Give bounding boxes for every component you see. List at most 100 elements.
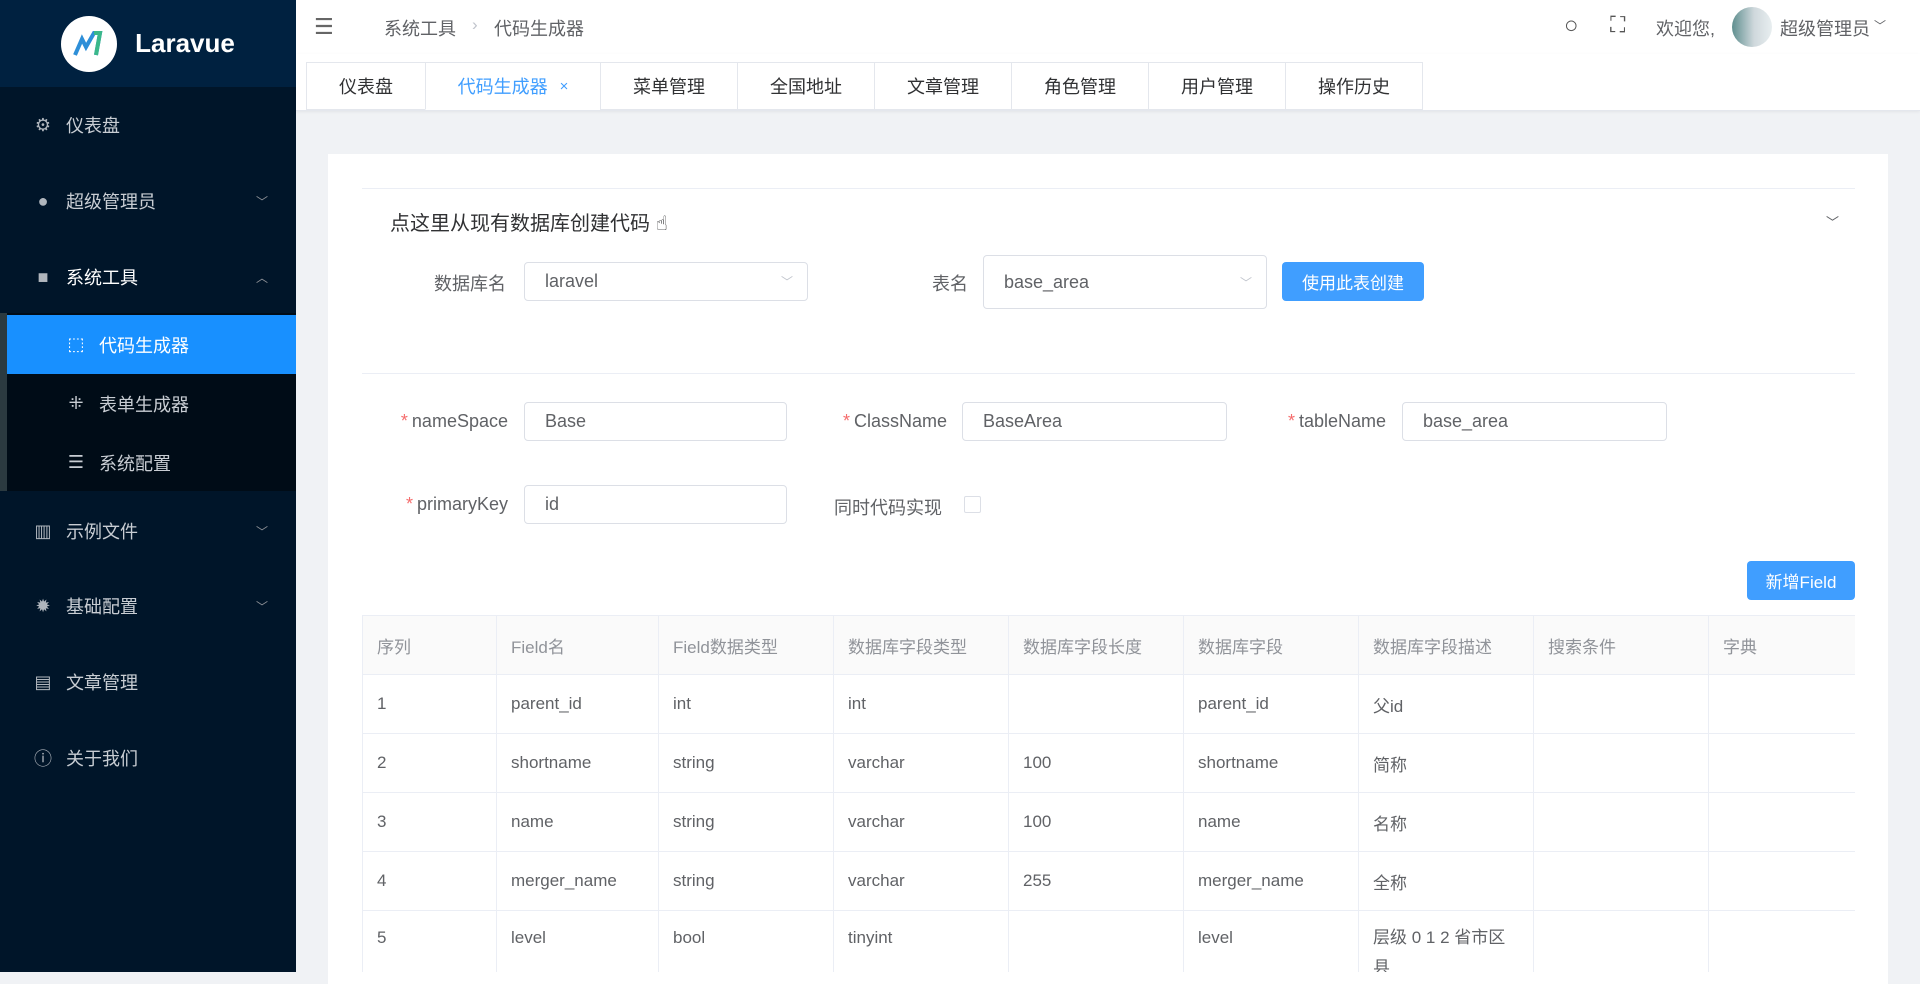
- breadcrumb-separator-icon: ›: [472, 15, 478, 34]
- table-header-cell: 搜索条件: [1534, 616, 1709, 675]
- navbar: ☰ 系统工具 › 代码生成器 ○ ⛶ 欢迎您, 超级管理员 ﹀: [296, 0, 1920, 54]
- table-cell: 2: [363, 734, 497, 793]
- sidebar-item-label: 文章管理: [66, 673, 138, 693]
- document-icon: ▤: [34, 671, 52, 692]
- divider: [362, 373, 1855, 374]
- sidebar-item-super-admin[interactable]: ● 超级管理员 ﹀: [0, 163, 296, 239]
- table-select[interactable]: base_area ﹀: [983, 255, 1267, 309]
- tab-label: 用户管理: [1181, 77, 1253, 97]
- add-field-button[interactable]: 新增Field: [1747, 561, 1855, 600]
- sidebar-item-examples[interactable]: ▥ 示例文件 ﹀: [0, 493, 296, 569]
- table-header-cell: Field数据类型: [659, 616, 834, 675]
- db-select[interactable]: laravel ﹀: [524, 262, 808, 301]
- search-icon[interactable]: ○: [1564, 12, 1579, 40]
- tab-articles[interactable]: 文章管理: [874, 62, 1012, 110]
- spinner-icon: ⁜: [68, 393, 84, 413]
- sidebar-item-form-generator[interactable]: ⁜ 表单生成器: [7, 374, 296, 433]
- logo-icon: [61, 15, 118, 72]
- sidebar-item-code-generator[interactable]: ⬚ 代码生成器: [7, 315, 296, 374]
- tab-label: 文章管理: [907, 77, 979, 97]
- gear-icon: ✹: [35, 595, 51, 616]
- table-cell: [1009, 911, 1184, 972]
- impl-checkbox[interactable]: [964, 496, 981, 513]
- pointer-hand-icon: ☝: [655, 213, 668, 235]
- books-icon: ▥: [34, 520, 52, 541]
- chip-icon: ⬚: [67, 334, 85, 354]
- table-cell: [1709, 852, 1855, 911]
- chevron-down-icon: ﹀: [255, 599, 268, 614]
- sidebar-item-system-config[interactable]: ☰ 系统配置: [7, 433, 296, 492]
- table-cell: 100: [1009, 734, 1184, 793]
- table-value: base_area: [1004, 271, 1090, 292]
- tablename-label: * tableName: [1287, 411, 1386, 431]
- tab-roles[interactable]: 角色管理: [1011, 62, 1149, 110]
- collapse-header[interactable]: 点这里从现有数据库创建代码 ☝: [390, 207, 668, 236]
- fields-table: 序列 Field名 Field数据类型 数据库字段类型 数据库字段长度 数据库字段 数据库字…: [362, 615, 1855, 972]
- tab-menu[interactable]: 菜单管理: [600, 62, 738, 110]
- chevron-down-icon: ﹀: [780, 275, 793, 289]
- tab-address[interactable]: 全国地址: [737, 62, 875, 110]
- table-cell: varchar: [834, 793, 1009, 852]
- chevron-down-icon: ﹀: [1874, 19, 1887, 33]
- sidebar: Laravue ⚙ 仪表盘 ● 超级管理员 ﹀ ■ 系统工具 ︿ ⬚ 代码生成器 ⁜ 表单生成…: [0, 0, 296, 972]
- classname-input[interactable]: BaseArea: [962, 402, 1227, 441]
- tags-view: 仪表盘 代码生成器 × 菜单管理 全国地址 文章管理 角色管理 用户管理 操作历史: [296, 54, 1920, 111]
- table-cell: shortname: [497, 734, 659, 793]
- table-cell: 简称: [1359, 734, 1534, 793]
- table-cell: [1709, 675, 1855, 734]
- table-cell: 父id: [1359, 675, 1534, 734]
- table-cell: tinyint: [834, 911, 1009, 972]
- table-cell: varchar: [834, 734, 1009, 793]
- tab-label: 代码生成器: [457, 77, 548, 97]
- breadcrumb-item[interactable]: 系统工具: [384, 15, 456, 41]
- sidebar-item-articles[interactable]: ▤ 文章管理: [0, 644, 296, 720]
- table-cell: merger_name: [1184, 852, 1359, 911]
- dashboard-icon: ⚙: [34, 114, 52, 135]
- sidebar-item-system-tools[interactable]: ■ 系统工具 ︿: [0, 239, 296, 315]
- table-cell: 3: [363, 793, 497, 852]
- avatar[interactable]: [1732, 7, 1772, 47]
- table-cell: 名称: [1359, 793, 1534, 852]
- user-icon: ●: [37, 190, 49, 211]
- table-cell: varchar: [834, 852, 1009, 911]
- app-title: Laravue: [135, 28, 235, 58]
- sidebar-item-basic-config[interactable]: ✹ 基础配置 ﹀: [0, 568, 296, 644]
- classname-label: * ClassName: [842, 411, 947, 431]
- table-cell: string: [659, 734, 834, 793]
- chevron-down-icon: ﹀: [255, 524, 268, 539]
- tab-label: 仪表盘: [339, 77, 393, 97]
- tab-label: 菜单管理: [633, 77, 705, 97]
- primarykey-input[interactable]: id: [524, 485, 787, 524]
- breadcrumb-current: 代码生成器: [494, 19, 584, 39]
- toolbox-icon: ■: [37, 266, 49, 287]
- sidebar-item-label: 代码生成器: [99, 335, 189, 356]
- hamburger-icon[interactable]: ☰: [314, 14, 334, 40]
- table-cell: 层级 0 1 2 省市区县: [1359, 911, 1534, 972]
- tab-dashboard[interactable]: 仪表盘: [306, 62, 426, 110]
- chevron-up-icon: ︿: [255, 270, 268, 285]
- namespace-input[interactable]: Base: [524, 402, 787, 441]
- table-header-cell: 数据库字段长度: [1009, 616, 1184, 675]
- tab-users[interactable]: 用户管理: [1148, 62, 1286, 110]
- sidebar-item-about[interactable]: ⓘ 关于我们: [0, 720, 296, 796]
- info-icon: ⓘ: [34, 749, 52, 769]
- table-header-cell: 字典: [1709, 616, 1855, 675]
- logo[interactable]: Laravue: [0, 0, 296, 87]
- tab-history[interactable]: 操作历史: [1285, 62, 1423, 110]
- sliders-icon: ☰: [67, 452, 85, 472]
- sidebar-item-dashboard[interactable]: ⚙ 仪表盘: [0, 87, 296, 163]
- table-cell: name: [1184, 793, 1359, 852]
- namespace-label: * nameSpace: [400, 411, 508, 431]
- close-icon[interactable]: ×: [560, 78, 569, 95]
- fullscreen-icon[interactable]: ⛶: [1610, 12, 1625, 38]
- tablename-input[interactable]: base_area: [1402, 402, 1667, 441]
- collapse-chevron-icon[interactable]: ﹀: [1826, 212, 1839, 231]
- create-from-table-button[interactable]: 使用此表创建: [1282, 262, 1424, 301]
- table-label: 表名: [932, 274, 968, 294]
- table-header-cell: 数据库字段类型: [834, 616, 1009, 675]
- user-menu[interactable]: 超级管理员: [1780, 15, 1870, 41]
- collapse-title: 点这里从现有数据库创建代码: [390, 213, 650, 235]
- table-cell: parent_id: [497, 675, 659, 734]
- db-label: 数据库名: [434, 274, 506, 294]
- tab-code-generator[interactable]: 代码生成器 ×: [425, 62, 601, 110]
